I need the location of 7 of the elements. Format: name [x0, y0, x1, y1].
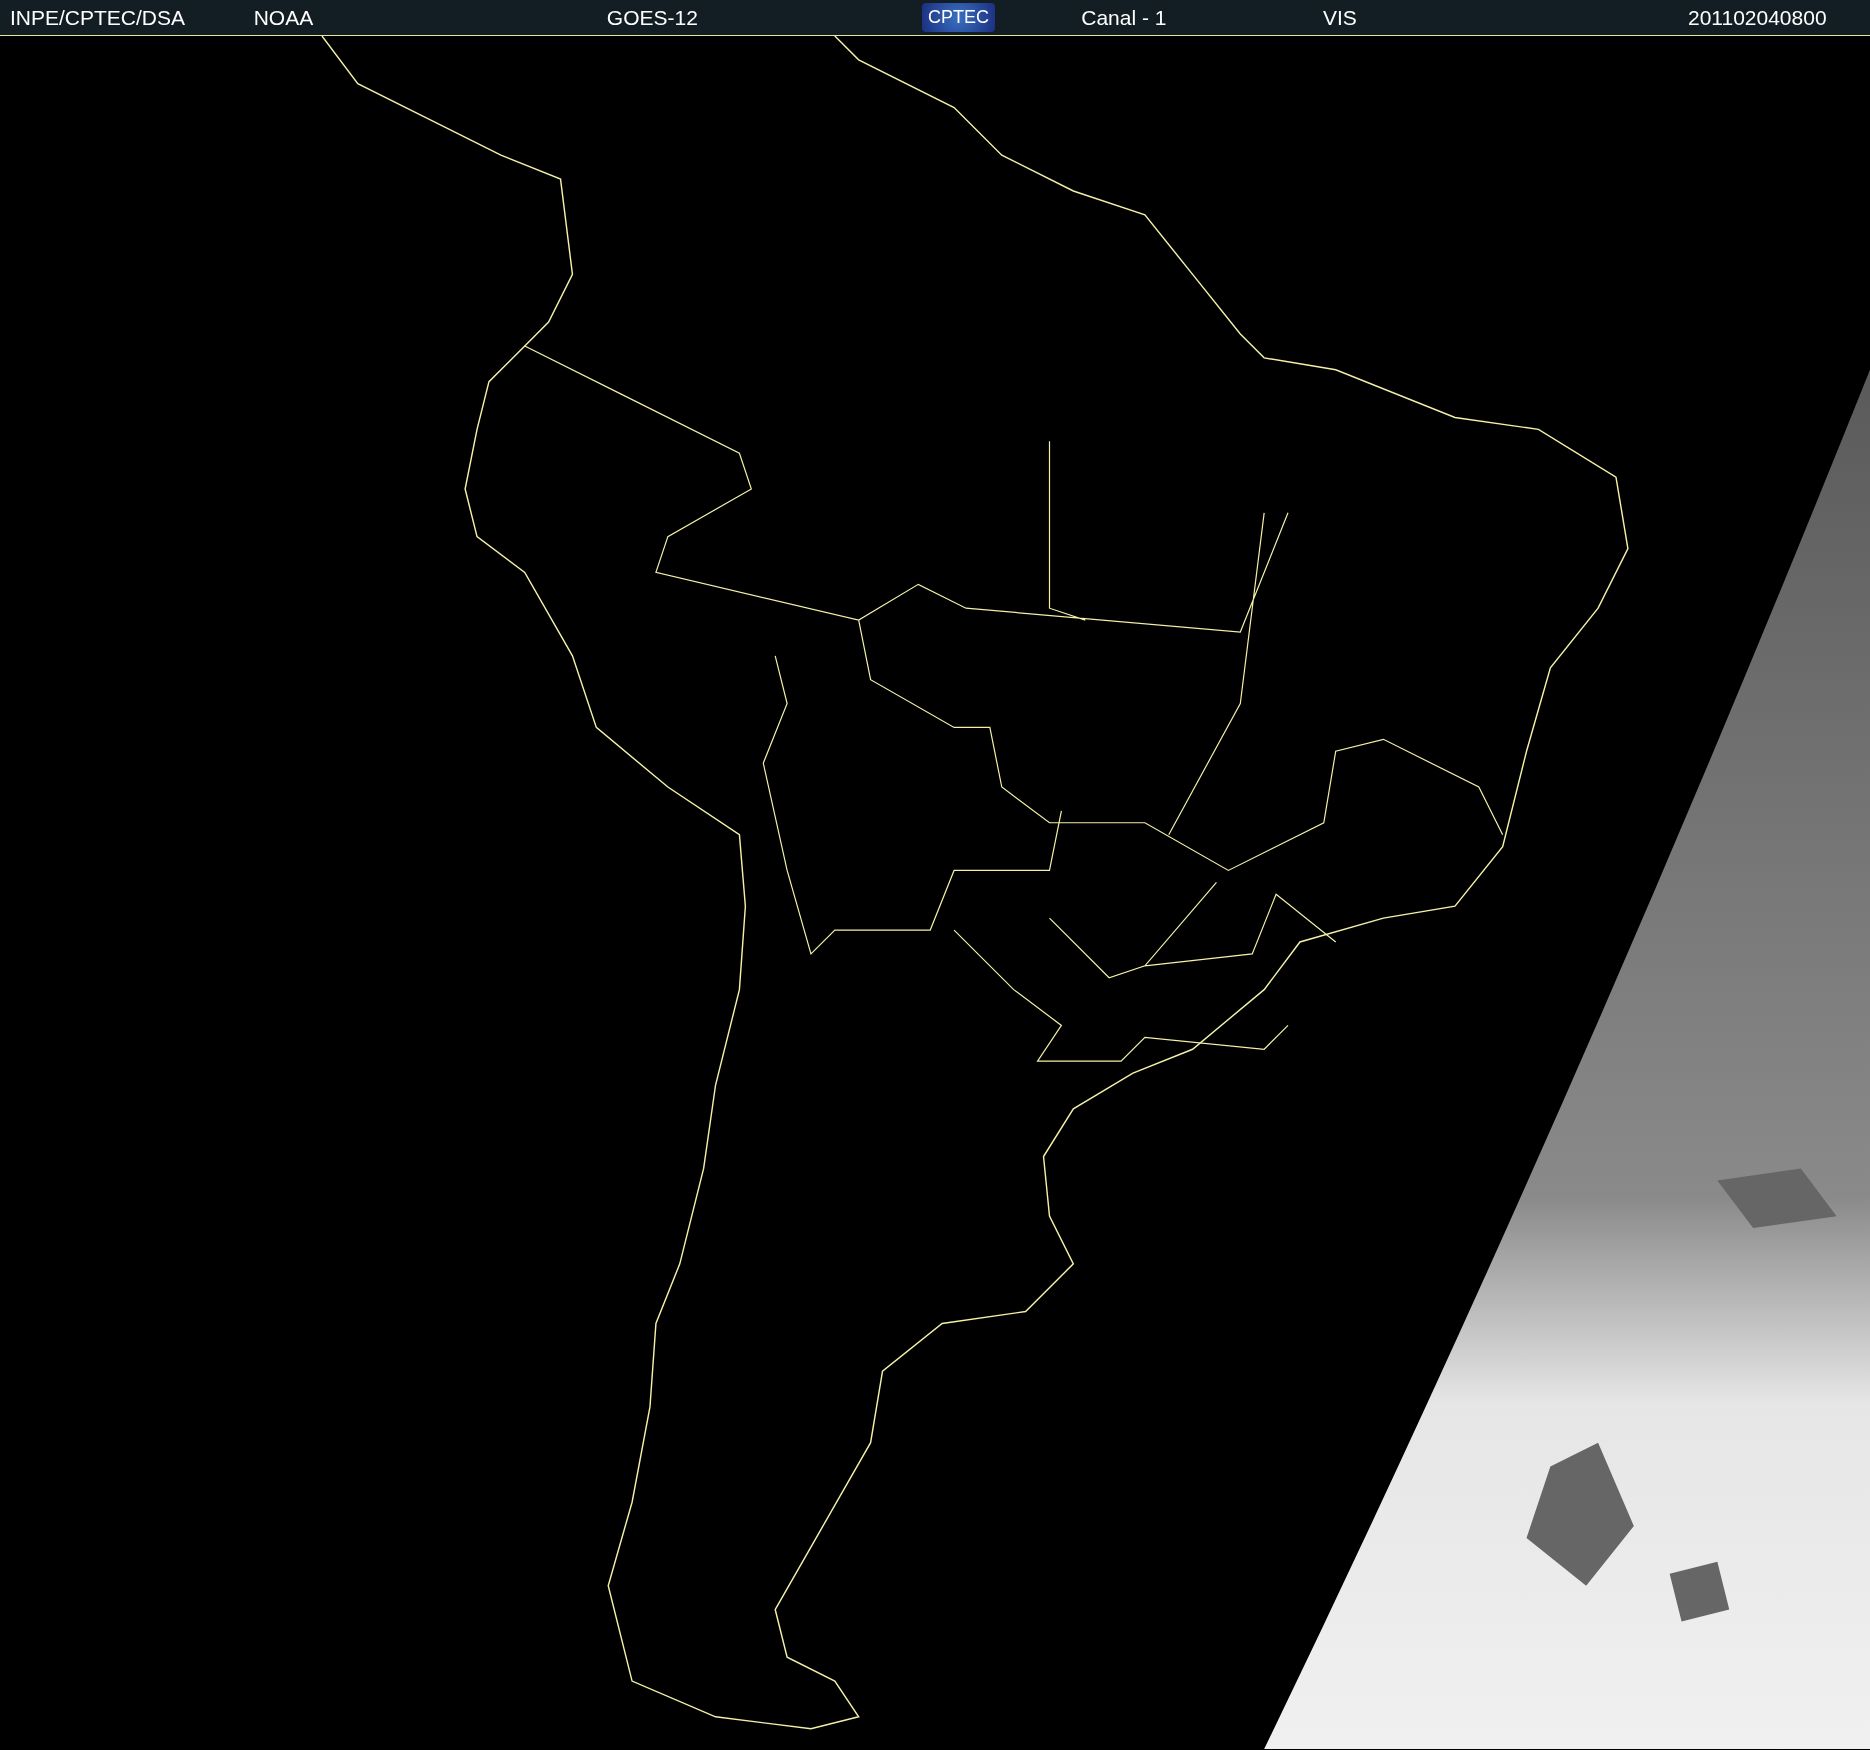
header-label: INPE/CPTEC/DSA [10, 5, 187, 30]
header-label: NOAA [253, 5, 315, 30]
logo: CPTEC [922, 3, 996, 32]
header-label: 201102040800 [1688, 5, 1828, 30]
header-label: VIS [1322, 5, 1358, 30]
header-label: GOES-12 [606, 5, 699, 30]
header-label: Canal - 1 [1081, 5, 1168, 30]
